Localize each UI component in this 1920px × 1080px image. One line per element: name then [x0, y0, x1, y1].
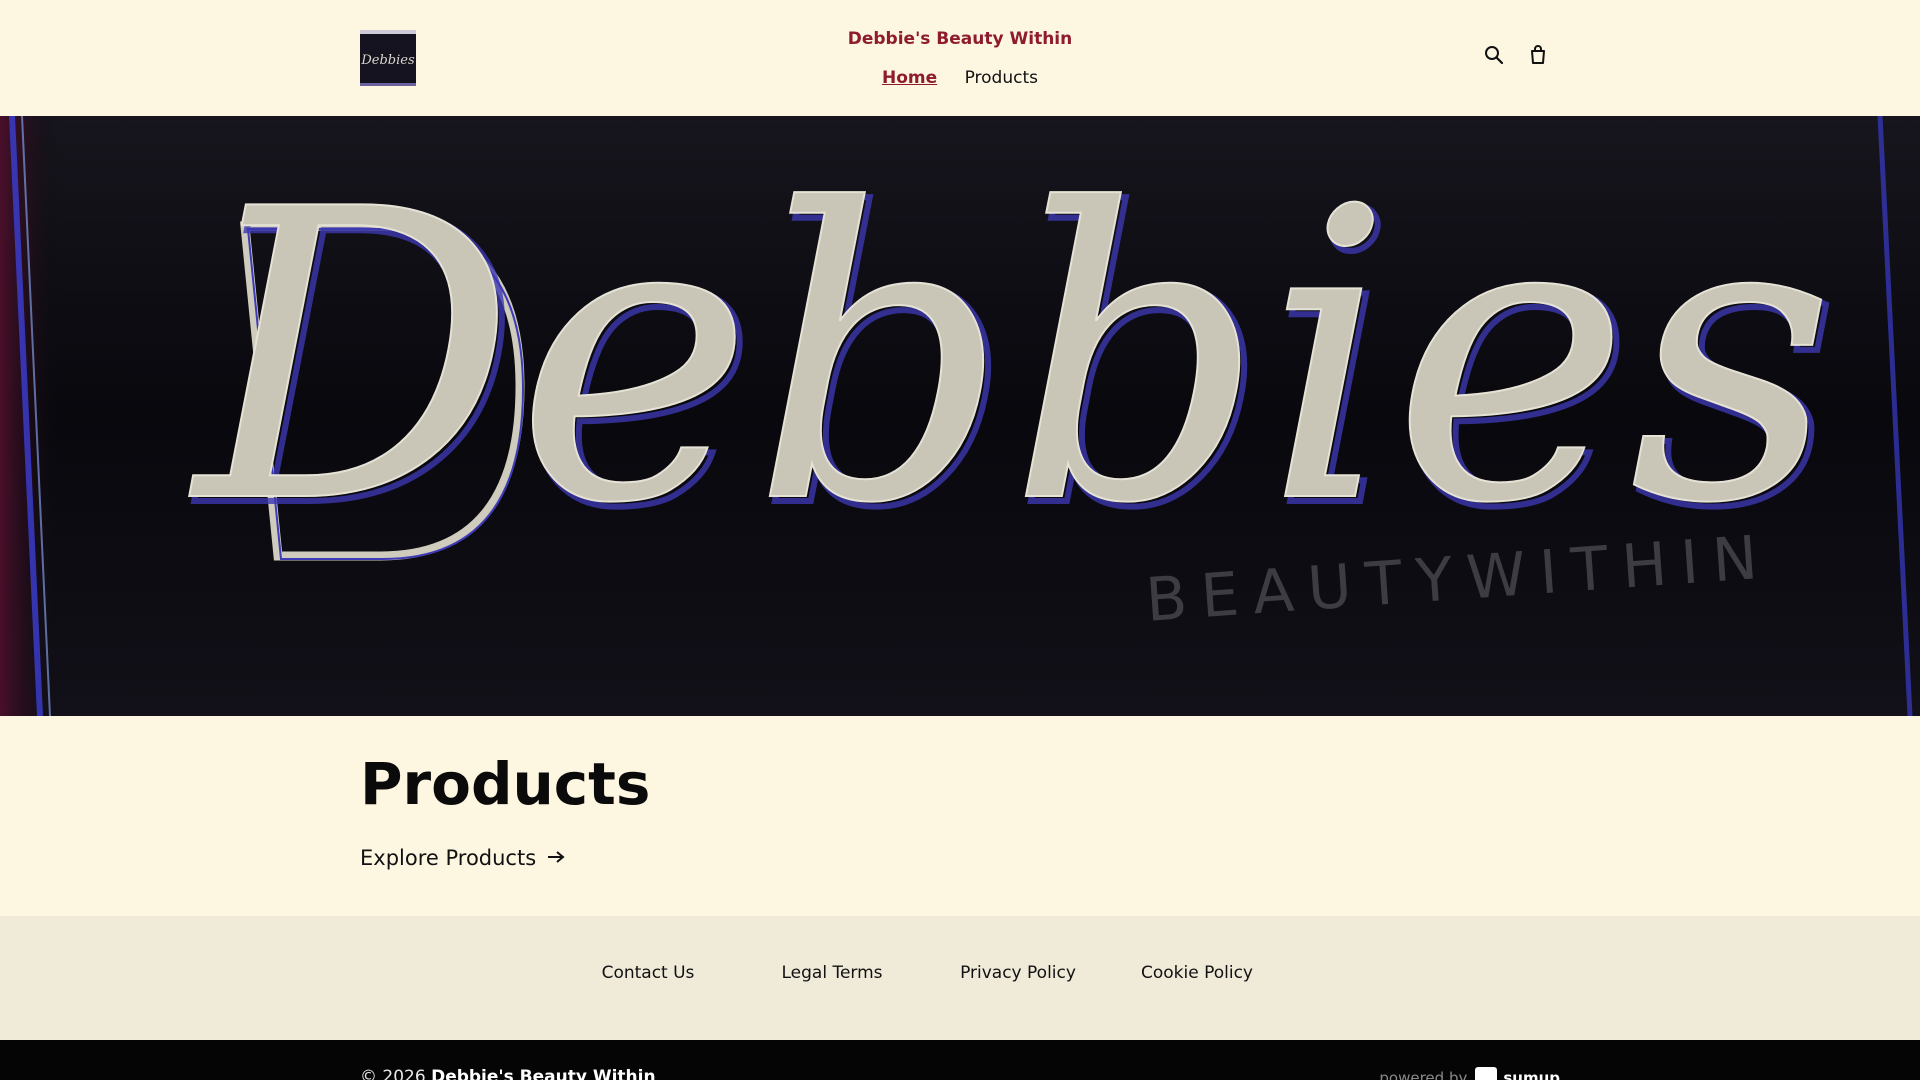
footer-link-contact[interactable]: Contact Us — [602, 963, 695, 983]
nav-home[interactable]: Home — [882, 68, 937, 88]
hero-banner: Debbies Debbies BEAUTYWITHIN — [0, 116, 1920, 716]
powered-by-label: powered by — [1379, 1069, 1468, 1080]
hero-image: Debbies Debbies BEAUTYWITHIN — [0, 116, 1920, 716]
nav-products[interactable]: Products — [965, 68, 1038, 88]
explore-products-label: Explore Products — [360, 846, 537, 870]
site-header: Debbies Debbie's Beauty Within Home Prod… — [0, 0, 1920, 115]
cart-icon[interactable] — [1527, 44, 1549, 66]
hero-sign-text: Debbies — [189, 126, 1835, 591]
logo-text: Debbies — [360, 53, 415, 68]
site-title[interactable]: Debbie's Beauty Within — [0, 29, 1920, 49]
bottom-bar: © 2026 Debbie's Beauty Within powered by… — [0, 1040, 1920, 1080]
footer-links: Contact Us Legal Terms Privacy Policy Co… — [0, 916, 1920, 1040]
arrow-right-icon — [546, 846, 566, 870]
footer-link-cookie[interactable]: Cookie Policy — [1141, 963, 1253, 983]
sumup-icon — [1475, 1067, 1498, 1080]
search-icon[interactable] — [1483, 44, 1505, 66]
copyright-name: Debbie's Beauty Within — [431, 1067, 656, 1080]
products-section: Products Explore Products — [0, 716, 1920, 916]
powered-by[interactable]: powered by sumup — [1379, 1067, 1560, 1080]
footer-link-legal[interactable]: Legal Terms — [781, 963, 882, 983]
sumup-brand-text: sumup — [1503, 1069, 1560, 1080]
sumup-logo: sumup — [1475, 1067, 1560, 1080]
explore-products-link[interactable]: Explore Products — [360, 846, 566, 870]
section-title: Products — [360, 750, 651, 818]
copyright-year: © 2026 — [360, 1067, 426, 1080]
main-nav: Home Products — [0, 68, 1920, 88]
footer-link-privacy[interactable]: Privacy Policy — [960, 963, 1076, 983]
copyright: © 2026 Debbie's Beauty Within — [360, 1067, 656, 1080]
